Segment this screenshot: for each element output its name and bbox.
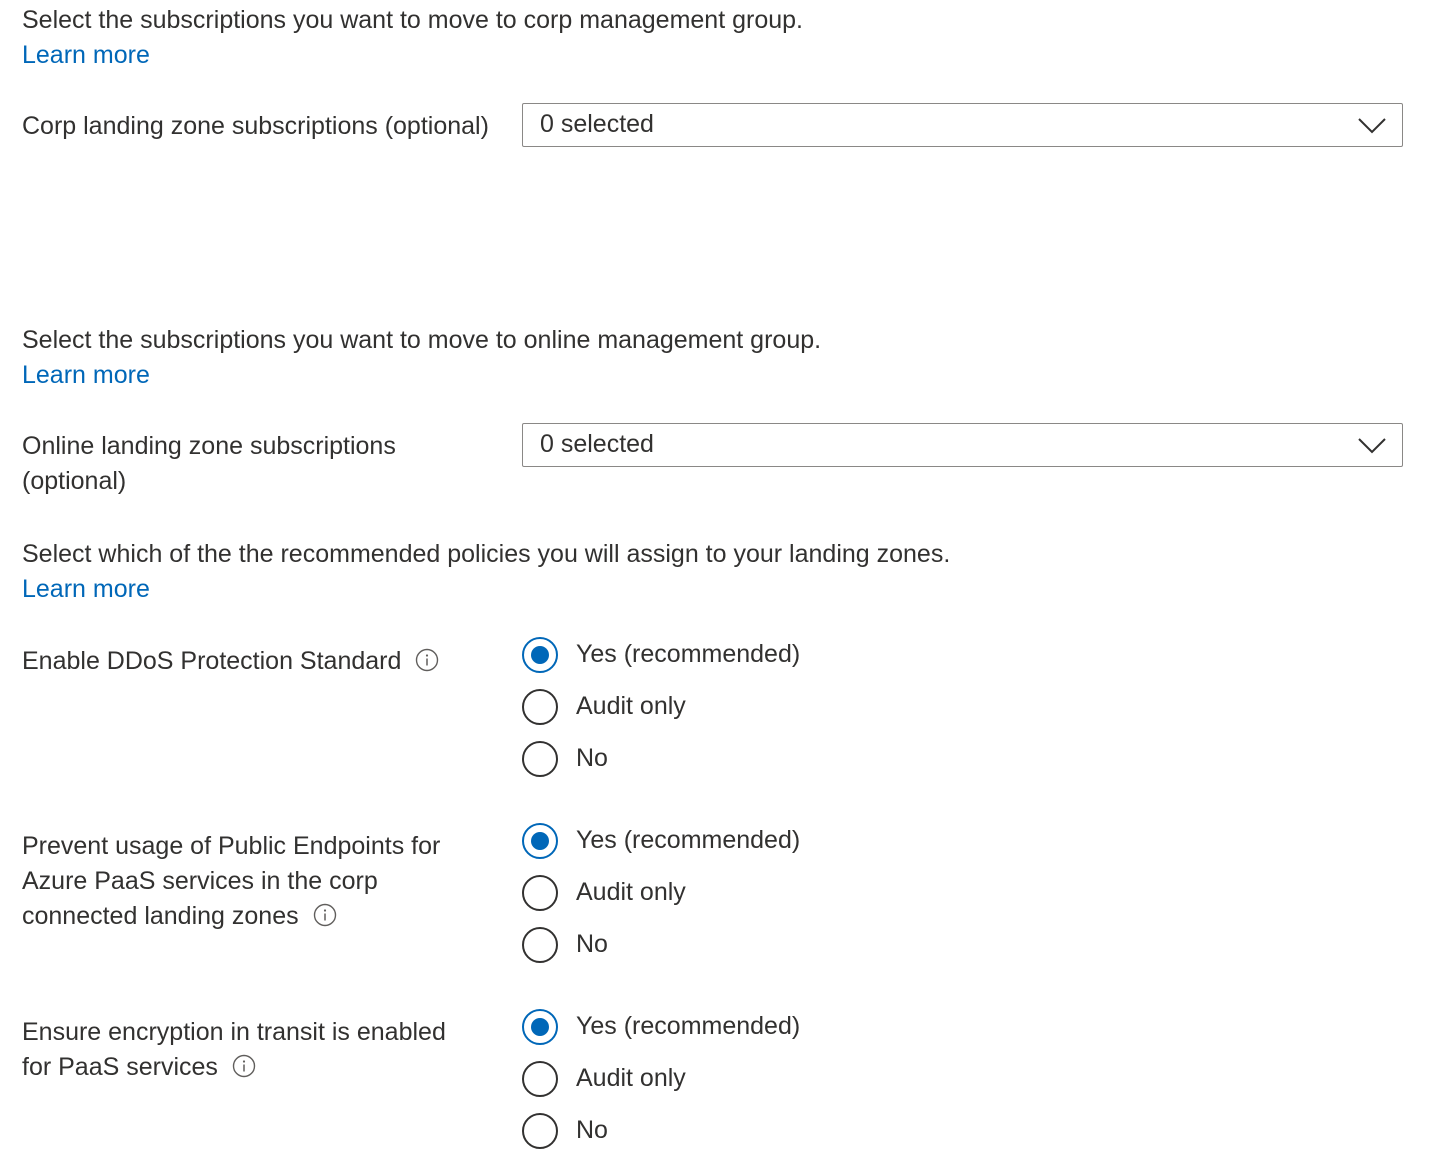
corp-intro-text: Select the subscriptions you want to mov… [22, 6, 803, 34]
option-label: Audit only [576, 878, 686, 906]
radio-checked-icon[interactable] [522, 1009, 558, 1045]
option-label: Audit only [576, 692, 686, 720]
corp-dropdown-value: 0 selected [540, 110, 654, 138]
info-icon[interactable] [313, 903, 337, 927]
option-label: Yes (recommended) [576, 826, 801, 854]
radio-checked-icon[interactable] [522, 823, 558, 859]
option-label: Yes (recommended) [576, 640, 801, 668]
corp-section-intro: Select the subscriptions you want to mov… [22, 3, 1222, 73]
corp-subscriptions-label: Corp landing zone subscriptions (optiona… [22, 112, 489, 140]
radio-unchecked-icon[interactable] [522, 875, 558, 911]
ddos-policy-label: Enable DDoS Protection Standard [22, 644, 492, 679]
info-icon[interactable] [232, 1054, 256, 1078]
policies-intro-text: Select which of the the recommended poli… [22, 540, 951, 568]
radio-checked-icon[interactable] [522, 637, 558, 673]
online-learn-more-link[interactable]: Learn more [22, 358, 150, 393]
radio-unchecked-icon[interactable] [522, 689, 558, 725]
policies-learn-more-link[interactable]: Learn more [22, 572, 150, 607]
corp-learn-more-link[interactable]: Learn more [22, 38, 150, 73]
radio-unchecked-icon[interactable] [522, 1113, 558, 1149]
option-label: No [576, 930, 608, 958]
option-label: Audit only [576, 1064, 686, 1092]
online-intro-text: Select the subscriptions you want to mov… [22, 326, 822, 354]
public-endpoints-policy-label: Prevent usage of Public Endpoints for Az… [22, 829, 472, 934]
encryption-policy-label: Ensure encryption in transit is enabled … [22, 1015, 472, 1085]
info-icon[interactable] [415, 648, 439, 672]
policies-section-intro: Select which of the the recommended poli… [22, 537, 1222, 607]
online-dropdown-value: 0 selected [540, 430, 654, 458]
radio-unchecked-icon[interactable] [522, 927, 558, 963]
online-subscriptions-label: Online landing zone subscriptions (optio… [22, 432, 396, 495]
chevron-down-icon [1358, 438, 1386, 454]
online-section-intro: Select the subscriptions you want to mov… [22, 323, 1222, 393]
public-endpoints-policy-label-text: Prevent usage of Public Endpoints for Az… [22, 832, 441, 930]
radio-unchecked-icon[interactable] [522, 741, 558, 777]
corp-subscriptions-dropdown[interactable]: 0 selected [522, 103, 1403, 147]
ddos-policy-label-text: Enable DDoS Protection Standard [22, 647, 402, 675]
option-label: Yes (recommended) [576, 1012, 801, 1040]
radio-unchecked-icon[interactable] [522, 1061, 558, 1097]
option-label: No [576, 1116, 608, 1144]
online-subscriptions-dropdown[interactable]: 0 selected [522, 423, 1403, 467]
option-label: No [576, 744, 608, 772]
chevron-down-icon [1358, 118, 1386, 134]
